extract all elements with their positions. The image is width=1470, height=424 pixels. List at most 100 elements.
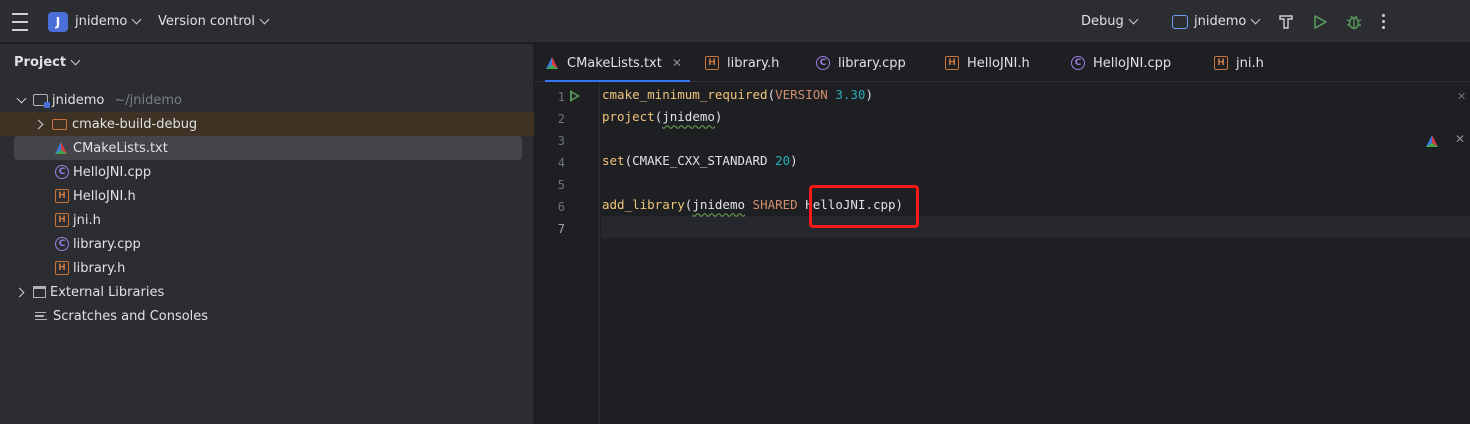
more-actions-button[interactable] (1382, 0, 1385, 43)
tab-label: library.h (727, 55, 780, 71)
tree-label: jni.h (73, 212, 101, 228)
cpp-file-icon: C (1071, 56, 1085, 70)
more-vertical-icon (1382, 14, 1385, 17)
project-tool-window: Project jnidemo ~/jnidemo cmake-build-de… (0, 44, 534, 424)
vcs-menu[interactable]: Version control (158, 0, 270, 43)
cmake-icon (546, 57, 558, 69)
line-number: 3 (557, 134, 565, 148)
close-icon[interactable]: ✕ (1457, 90, 1466, 103)
tree-label: External Libraries (50, 284, 165, 300)
tree-label: library.cpp (73, 236, 141, 252)
header-file-icon: H (1214, 56, 1228, 70)
tab-jni-h[interactable]: H jni.h (1214, 44, 1264, 82)
editor-tab-bar: CMakeLists.txt ✕ H library.h C library.c… (535, 44, 1470, 82)
close-icon[interactable]: ✕ (1455, 132, 1465, 146)
tree-item-scratches[interactable]: Scratches and Consoles (0, 304, 534, 328)
hamburger-icon (12, 12, 28, 15)
editor-gutter: 1 2 3 4 5 6 7 (535, 82, 600, 424)
cpp-file-icon: C (55, 165, 69, 179)
tab-label: jni.h (1236, 55, 1264, 71)
target-label: jnidemo (1194, 14, 1247, 29)
tab-label: HelloJNI.cpp (1093, 55, 1172, 71)
hammer-icon (1279, 14, 1293, 29)
project-name: jnidemo (75, 14, 128, 29)
tree-label: HelloJNI.cpp (73, 164, 152, 180)
tree-item-jnidemo[interactable]: jnidemo ~/jnidemo (0, 88, 534, 112)
line-number: 6 (557, 200, 565, 214)
tab-cmakelists[interactable]: CMakeLists.txt ✕ (545, 44, 690, 82)
build-button[interactable] (1278, 0, 1294, 43)
header-file-icon: H (705, 56, 719, 70)
library-icon (33, 286, 46, 298)
header-file-icon: H (55, 261, 69, 275)
run-icon (1314, 14, 1327, 29)
title-bar: J jnidemo Version control Debug jnidemo (0, 0, 1470, 43)
main-menu-button[interactable] (11, 0, 29, 43)
project-switcher[interactable]: jnidemo (75, 0, 142, 43)
tree-label: HelloJNI.h (73, 188, 136, 204)
tree-label: CMakeLists.txt (73, 140, 168, 156)
chevron-right-icon[interactable] (33, 119, 44, 129)
tree-label: Scratches and Consoles (53, 308, 209, 324)
tree-item-cmakelists[interactable]: CMakeLists.txt (14, 136, 522, 160)
chevron-down-icon (1250, 14, 1261, 25)
header-file-icon: H (55, 213, 69, 227)
header-file-icon: H (945, 56, 959, 70)
cpp-file-icon: C (55, 237, 69, 251)
target-selector[interactable]: jnidemo (1172, 0, 1261, 43)
tree-item-hellojni-cpp[interactable]: C HelloJNI.cpp (0, 160, 534, 184)
highlight-annotation-box (809, 185, 919, 228)
tab-library-h[interactable]: H library.h (705, 44, 779, 82)
tab-hellojni-h[interactable]: H HelloJNI.h (945, 44, 1030, 82)
cmake-reload-icon[interactable] (1425, 134, 1439, 148)
module-folder-icon (33, 94, 50, 108)
tab-label: library.cpp (838, 55, 906, 71)
run-config-selector[interactable]: Debug (1081, 0, 1139, 43)
tree-item-jni-h[interactable]: H jni.h (0, 208, 534, 232)
tree-item-library-h[interactable]: H library.h (0, 256, 534, 280)
line-number: 5 (557, 178, 565, 192)
tree-item-cmake-build-debug[interactable]: cmake-build-debug (0, 112, 534, 136)
target-icon (1172, 14, 1188, 29)
code-line-4[interactable]: set(CMAKE_CXX_STANDARD 20) (602, 150, 798, 172)
line-number: 4 (557, 156, 565, 170)
scratches-icon (35, 309, 49, 323)
panel-title: Project (14, 55, 67, 70)
line-number: 7 (557, 222, 565, 236)
editor-area: CMakeLists.txt ✕ H library.h C library.c… (535, 44, 1470, 424)
tab-library-cpp[interactable]: C library.cpp (816, 44, 906, 82)
folder-icon (52, 118, 67, 130)
cmake-icon (55, 142, 67, 154)
bug-icon (1346, 15, 1362, 29)
tree-label: library.h (73, 260, 126, 276)
tab-label: HelloJNI.h (967, 55, 1030, 71)
chevron-right-icon[interactable] (14, 287, 25, 297)
current-line-highlight (601, 216, 1470, 238)
chevron-down-icon (259, 14, 270, 25)
tab-label: CMakeLists.txt (567, 55, 662, 71)
vcs-label: Version control (158, 14, 255, 29)
tab-hellojni-cpp[interactable]: C HelloJNI.cpp (1071, 44, 1171, 82)
chevron-down-icon (70, 55, 81, 66)
run-button[interactable] (1312, 0, 1328, 43)
tree-path: ~/jnidemo (114, 92, 182, 108)
line-number: 2 (557, 112, 565, 126)
tree-item-external-libraries[interactable]: External Libraries (0, 280, 534, 304)
chevron-down-icon (131, 14, 142, 25)
code-line-2[interactable]: project(jnidemo) (602, 106, 722, 128)
chevron-down-icon[interactable] (16, 93, 27, 103)
header-file-icon: H (55, 189, 69, 203)
cpp-file-icon: C (816, 56, 830, 70)
close-icon[interactable]: ✕ (672, 56, 682, 70)
project-panel-header[interactable]: Project (14, 55, 81, 70)
tree-label: cmake-build-debug (72, 116, 198, 132)
chevron-down-icon (1128, 14, 1139, 25)
project-badge-icon: J (48, 12, 68, 32)
debug-button[interactable] (1345, 0, 1363, 43)
run-config-label: Debug (1081, 14, 1124, 29)
code-line-1[interactable]: cmake_minimum_required(VERSION 3.30) (602, 84, 873, 106)
tree-item-hellojni-h[interactable]: H HelloJNI.h (0, 184, 534, 208)
tree-label: jnidemo (52, 92, 105, 108)
line-number: 1 (557, 90, 565, 104)
tree-item-library-cpp[interactable]: C library.cpp (0, 232, 534, 256)
